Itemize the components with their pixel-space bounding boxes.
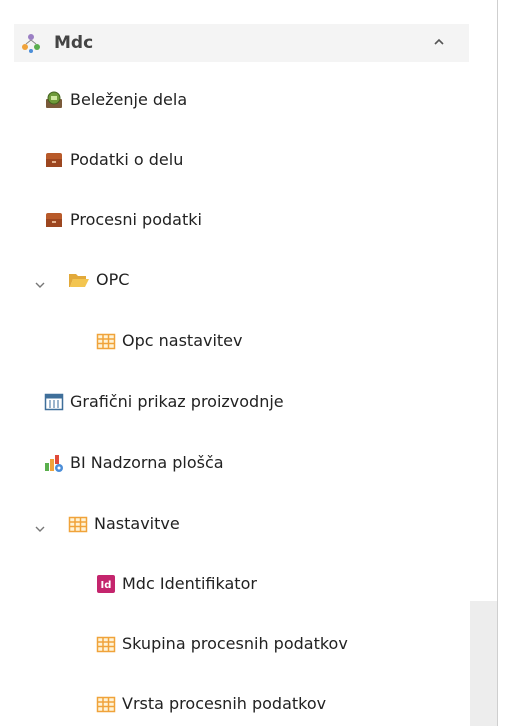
folder-brown-icon <box>44 150 64 170</box>
chevron-down-icon[interactable] <box>34 520 46 532</box>
chevron-down-icon[interactable] <box>34 276 46 288</box>
group-title: Mdc <box>54 33 94 53</box>
folder-brown-icon <box>44 210 64 230</box>
grid-table-icon <box>68 514 88 534</box>
calendar-grid-icon <box>44 392 64 412</box>
scrollbar-thumb[interactable] <box>470 601 497 726</box>
nav-item-procesni-podatki[interactable]: Procesni podatki <box>44 203 202 237</box>
chevron-up-icon[interactable] <box>431 34 447 54</box>
panel-divider <box>497 0 498 726</box>
svg-text:Id: Id <box>101 580 112 591</box>
grid-table-icon <box>96 331 116 351</box>
grid-table-icon <box>96 694 116 714</box>
nav-item-label: OPC <box>96 270 130 289</box>
people-network-icon <box>20 32 42 54</box>
nav-item-opc[interactable]: OPC <box>68 263 129 297</box>
nav-item-label: Nastavitve <box>94 514 180 533</box>
nav-item-opc-nastavitev[interactable]: Opc nastavitev <box>96 324 243 358</box>
nav-item-skupina-procesnih-podatkov[interactable]: Skupina procesnih podatkov <box>96 627 348 661</box>
grid-table-icon <box>96 634 116 654</box>
nav-item-label: Skupina procesnih podatkov <box>122 634 348 653</box>
nav-item-vrsta-procesnih-podatkov[interactable]: Vrsta procesnih podatkov <box>96 687 326 721</box>
nav-item-label: Mdc Identifikator <box>122 574 257 593</box>
open-folder-icon <box>68 270 90 290</box>
nav-item-label: Podatki o delu <box>70 150 184 169</box>
scrollbar-track[interactable] <box>470 0 497 726</box>
time-clock-icon <box>44 90 64 110</box>
nav-item-belezenje-dela[interactable]: Beleženje dela <box>44 83 187 117</box>
bar-chart-gear-icon <box>44 453 64 473</box>
nav-item-label: Grafični prikaz proizvodnje <box>70 392 284 411</box>
nav-item-label: Procesni podatki <box>70 210 202 229</box>
id-badge-icon: Id <box>96 574 116 594</box>
nav-item-graficni-prikaz-proizvodnje[interactable]: Grafični prikaz proizvodnje <box>44 385 284 419</box>
nav-item-label: Beleženje dela <box>70 90 188 109</box>
nav-item-label: BI Nadzorna plošča <box>70 453 224 472</box>
nav-item-podatki-o-delu[interactable]: Podatki o delu <box>44 143 183 177</box>
group-header-mdc[interactable]: Mdc <box>14 24 469 62</box>
nav-item-label: Vrsta procesnih podatkov <box>122 694 327 713</box>
navigation-panel: Mdc Beleženje dela Podatki o delu Proces… <box>0 0 522 726</box>
nav-item-mdc-identifikator[interactable]: Id Mdc Identifikator <box>96 567 257 601</box>
nav-item-label: Opc nastavitev <box>122 331 243 350</box>
nav-item-bi-nadzorna-plosca[interactable]: BI Nadzorna plošča <box>44 446 224 480</box>
nav-item-nastavitve[interactable]: Nastavitve <box>68 507 180 541</box>
